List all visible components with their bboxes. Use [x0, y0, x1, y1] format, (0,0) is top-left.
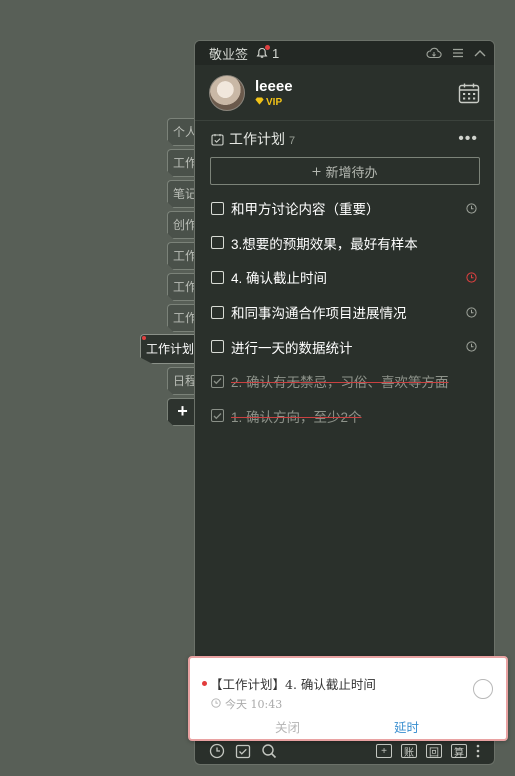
todo-item-completed[interactable]: 1. 确认方向，至少2个 [195, 399, 494, 434]
more-options-button[interactable]: ••• [458, 130, 478, 148]
todo-item[interactable]: 和甲方讨论内容（重要） [195, 191, 494, 226]
checklist-icon[interactable] [235, 743, 251, 759]
notification-time: 今天 10:43 [211, 696, 282, 712]
add-todo-button[interactable]: 新增待办 [210, 157, 480, 185]
vip-badge: VIP [255, 97, 293, 108]
alarm-clock-icon[interactable] [466, 272, 477, 283]
todo-checkbox[interactable] [211, 340, 224, 354]
cloud-sync-icon[interactable] [426, 47, 442, 59]
menu-icon[interactable] [452, 48, 464, 58]
complete-radio[interactable] [473, 679, 493, 699]
diamond-icon [255, 97, 264, 108]
todo-checkbox-checked[interactable] [211, 374, 224, 388]
collapse-icon[interactable] [474, 49, 486, 57]
delay-button[interactable]: 延时 [394, 717, 419, 736]
todo-list: 和甲方讨论内容（重要） 3.想要的预期效果，最好有样本 4. 确认截止时间 和同… [195, 191, 494, 433]
side-tab-work-2[interactable]: 工作 [167, 242, 197, 270]
notification-dot [202, 681, 207, 686]
recycle-button[interactable]: 回 [426, 744, 442, 759]
title-tools [426, 47, 486, 59]
avatar[interactable] [209, 74, 245, 111]
todo-checkbox[interactable] [211, 201, 224, 215]
todo-checkbox[interactable] [211, 270, 224, 284]
plus-icon [312, 164, 321, 179]
clock-icon[interactable] [466, 341, 477, 352]
todo-item-completed[interactable]: 2. 确认有无禁忌，习俗、喜欢等方面 [195, 364, 494, 399]
todo-checkbox[interactable] [211, 236, 224, 250]
side-tab-schedule[interactable]: 日程 [167, 367, 197, 395]
new-note-button[interactable]: + [376, 744, 392, 758]
reminder-notification: 【工作计划】4. 确认截止时间 今天 10:43 关闭 延时 [188, 656, 508, 741]
list-title: 工作计划 [229, 131, 285, 147]
more-vertical-icon[interactable] [476, 744, 480, 758]
todo-text: 2. 确认有无禁忌，习俗、喜欢等方面 [231, 375, 449, 391]
reminder-count: 1 [272, 45, 280, 61]
side-tab-personal[interactable]: 个人 [167, 118, 197, 146]
clock-icon[interactable] [466, 203, 477, 214]
bell-icon[interactable] [256, 45, 271, 59]
history-icon[interactable] [209, 743, 225, 759]
add-category-button[interactable]: + [167, 398, 197, 426]
todo-text: 进行一天的数据统计 [231, 340, 353, 356]
calculator-button[interactable]: 算 [451, 744, 467, 759]
search-icon[interactable] [261, 743, 277, 759]
side-tab-work-1[interactable]: 工作 [167, 149, 197, 177]
list-check-icon [211, 133, 224, 146]
side-tab-work-4[interactable]: 工作 [167, 304, 197, 332]
list-count: 7 [289, 134, 296, 147]
account-button[interactable]: 账 [401, 744, 417, 759]
todo-text: 3.想要的预期效果，最好有样本 [231, 236, 418, 252]
todo-text: 和同事沟通合作项目进展情况 [231, 306, 407, 322]
side-tab-creation[interactable]: 创作 [167, 211, 197, 239]
side-tab-work-plan[interactable]: 工作计划 [140, 334, 198, 364]
profile-bar: leeee VIP [195, 65, 494, 121]
todo-text: 1. 确认方向，至少2个 [231, 409, 362, 425]
clock-icon [211, 697, 221, 711]
todo-text: 4. 确认截止时间 [231, 271, 328, 287]
todo-item[interactable]: 4. 确认截止时间 [195, 260, 494, 295]
todo-checkbox-checked[interactable] [211, 409, 224, 423]
bottom-toolbar: + 账 回 算 [195, 738, 494, 764]
calendar-icon[interactable] [458, 82, 480, 104]
title-bar: 敬业签 1 [195, 41, 494, 65]
unread-dot [142, 336, 146, 340]
side-tab-notes[interactable]: 笔记 [167, 180, 197, 208]
app-title: 敬业签 [209, 46, 249, 62]
clock-icon[interactable] [466, 306, 477, 318]
username: leeee [255, 77, 293, 95]
todo-item[interactable]: 3.想要的预期效果，最好有样本 [195, 226, 494, 261]
todo-item[interactable]: 进行一天的数据统计 [195, 329, 494, 364]
bottom-right-tools: + 账 回 算 [376, 744, 480, 759]
close-button[interactable]: 关闭 [275, 717, 300, 736]
todo-text: 和甲方讨论内容（重要） [231, 202, 380, 218]
alert-dot [265, 45, 271, 50]
todo-item[interactable]: 和同事沟通合作项目进展情况 [195, 295, 494, 330]
notification-title: 【工作计划】4. 确认截止时间 [210, 677, 376, 692]
todo-checkbox[interactable] [211, 305, 224, 319]
side-tab-work-3[interactable]: 工作 [167, 273, 197, 301]
profile-info: leeee VIP [255, 78, 293, 108]
list-header: 工作计划 7 ••• [195, 121, 494, 157]
